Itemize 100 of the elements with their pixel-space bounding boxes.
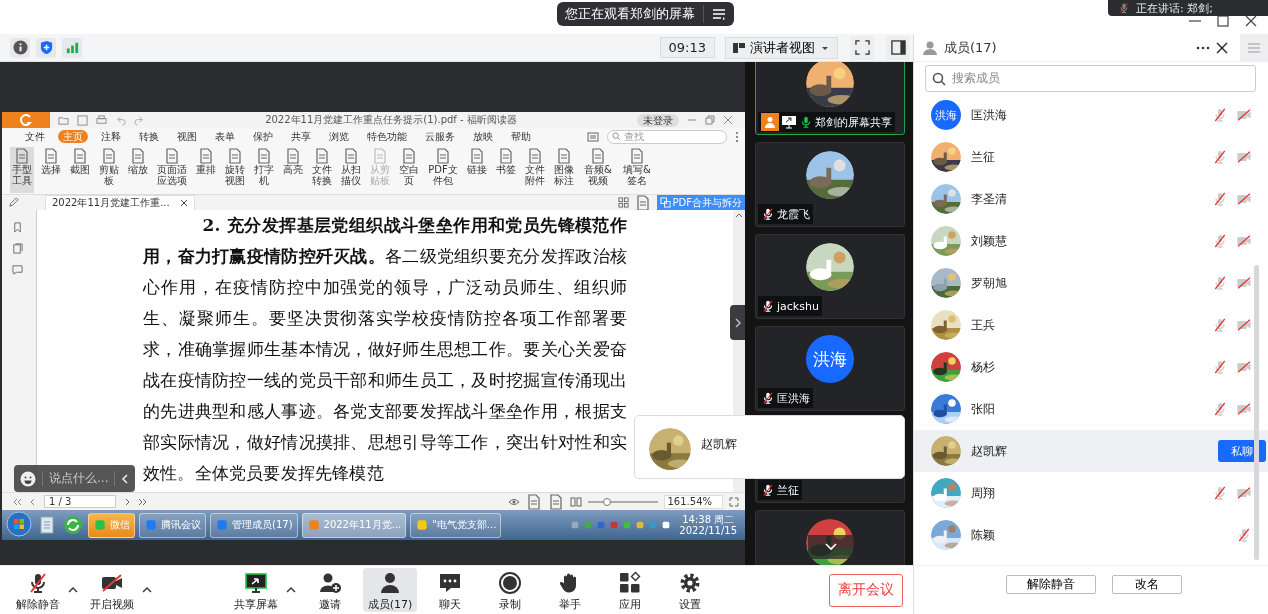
menu-tab[interactable]: 视图 [172, 130, 202, 143]
tool-button[interactable]: 打字机 [252, 147, 276, 193]
zoom-slider[interactable] [603, 497, 612, 506]
tray-icon[interactable] [635, 520, 646, 530]
close-icon[interactable] [1244, 14, 1258, 28]
tool-button[interactable]: 书签 [494, 147, 518, 193]
security-button[interactable] [36, 37, 56, 58]
tool-button[interactable]: 手型工具 [10, 147, 34, 193]
toolbar-button[interactable]: 录制 [483, 568, 537, 612]
tool-button[interactable]: 填写&签名 [620, 147, 654, 193]
sidebar-toggle-button[interactable] [886, 35, 910, 60]
caret-icon[interactable] [286, 586, 296, 594]
tray-icon[interactable] [661, 520, 672, 530]
pencil-icon[interactable] [8, 197, 19, 208]
tool-button[interactable]: 重排 [194, 147, 218, 193]
redo-icon[interactable] [134, 114, 145, 126]
toolbar-button[interactable]: 聊天 [423, 568, 477, 612]
menu-tab[interactable]: 帮助 [506, 130, 536, 143]
chevron-right-icon [733, 316, 742, 329]
menu-tab[interactable]: 文件 [20, 130, 50, 143]
tool-button[interactable]: 页面适应选项 [155, 147, 189, 193]
tool-button[interactable]: 从扫描仪 [339, 147, 363, 193]
menu-tab[interactable]: 注释 [96, 130, 126, 143]
menu-tab[interactable]: 云服务 [420, 130, 460, 143]
tool-button[interactable]: PDF文件包 [426, 147, 460, 193]
tool-button[interactable]: 截图 [68, 147, 92, 193]
menu-tab[interactable]: 保护 [248, 130, 278, 143]
collapse-button[interactable] [730, 305, 745, 340]
menu-tab[interactable]: 表单 [210, 130, 240, 143]
folder-icon[interactable] [58, 114, 69, 126]
two-page-icon[interactable] [569, 495, 582, 508]
tray-icon[interactable] [570, 520, 581, 530]
close-icon[interactable] [179, 199, 188, 207]
maximize-icon[interactable] [1216, 14, 1230, 28]
fullscreen-button[interactable] [850, 35, 874, 60]
first-page-icon[interactable] [12, 496, 22, 507]
tool-button[interactable]: 空白页 [397, 147, 421, 193]
menu-tab[interactable]: 转换 [134, 130, 164, 143]
signal-button[interactable] [62, 37, 82, 58]
start-button[interactable] [6, 510, 32, 540]
menu-tab[interactable]: 特色功能 [362, 130, 412, 143]
tool-button[interactable]: 选择 [39, 147, 63, 193]
chevron-left-icon[interactable] [121, 472, 130, 485]
tool-button[interactable]: 文件附件 [523, 147, 547, 193]
tool-button[interactable]: 缩放 [126, 147, 150, 193]
member-name: 刘颖慧 [971, 232, 1008, 250]
last-page-icon[interactable] [138, 496, 148, 507]
search-field[interactable]: 搜索成员 [925, 65, 1256, 92]
menu-button[interactable] [1240, 33, 1268, 62]
tool-button[interactable]: 高亮 [281, 147, 305, 193]
member-row[interactable]: 赵凯辉 私聊 [914, 430, 1268, 472]
list-icon[interactable] [712, 7, 726, 21]
tool-button[interactable]: 旋转视图 [223, 147, 247, 193]
close-icon[interactable] [1216, 41, 1228, 54]
pages-icon[interactable] [11, 243, 23, 254]
toolbar-button[interactable]: 解除静音 [11, 568, 65, 612]
refresh-icon[interactable] [62, 514, 84, 536]
menu-tab[interactable]: 浏览 [324, 130, 354, 143]
tray-icon[interactable] [622, 520, 633, 530]
tool-button[interactable]: 文件转换 [310, 147, 334, 193]
emoji-icon[interactable] [20, 470, 36, 487]
tool-button[interactable]: 图像标注 [552, 147, 576, 193]
menu-tab[interactable]: 放映 [468, 130, 498, 143]
save-icon[interactable] [77, 114, 88, 126]
scroll-down-button[interactable] [808, 535, 854, 559]
footer-button[interactable]: 解除静音 [1006, 575, 1096, 594]
leave-meeting-button[interactable]: 离开会议 [829, 573, 903, 607]
document-tab[interactable]: 2022年11月党建工作重... [45, 195, 195, 210]
caret-icon[interactable] [68, 586, 78, 594]
scroll-up-icon[interactable] [735, 212, 743, 218]
print-icon[interactable] [96, 114, 107, 126]
bookmark-icon[interactable] [11, 222, 23, 233]
page-field[interactable]: 1 / 3 [44, 495, 116, 508]
zoom-field[interactable]: 161.54% [663, 494, 723, 509]
footer-button[interactable]: 改名 [1112, 575, 1182, 594]
login-button[interactable]: 未登录 [637, 113, 679, 127]
toolbar-button[interactable]: 举手 [543, 568, 597, 612]
grid-icon[interactable] [617, 197, 629, 208]
tool-button[interactable]: 链接 [465, 147, 489, 193]
more-icon[interactable] [1196, 45, 1210, 50]
eye-icon[interactable] [507, 496, 520, 507]
tool-button[interactable]: 音频&视频 [581, 147, 615, 193]
toolbar-button[interactable]: 共享屏幕 [229, 568, 283, 612]
toolbar-button[interactable]: 应用 [603, 568, 657, 612]
view-options-icon[interactable] [587, 130, 599, 143]
caret-icon[interactable] [142, 586, 152, 594]
info-icon [12, 40, 28, 55]
toolbar-button[interactable]: 邀请 [303, 568, 357, 612]
toolbar-button[interactable]: 开启视频 [85, 568, 139, 612]
view-dropdown[interactable]: 演讲者视图 [725, 36, 838, 59]
menu-tab[interactable]: 共享 [286, 130, 316, 143]
toolbar-button[interactable]: 成员(17) [363, 568, 417, 612]
restore-icon[interactable] [705, 115, 715, 125]
undo-icon[interactable] [115, 114, 126, 126]
camera-off-icon [1236, 191, 1252, 207]
toolbar-button[interactable]: 设置 [663, 568, 717, 612]
fullscreen-icon[interactable] [729, 496, 739, 507]
tool-button[interactable]: 剪贴板 [97, 147, 121, 193]
info-button[interactable] [10, 37, 30, 58]
comment-icon[interactable] [11, 264, 23, 275]
